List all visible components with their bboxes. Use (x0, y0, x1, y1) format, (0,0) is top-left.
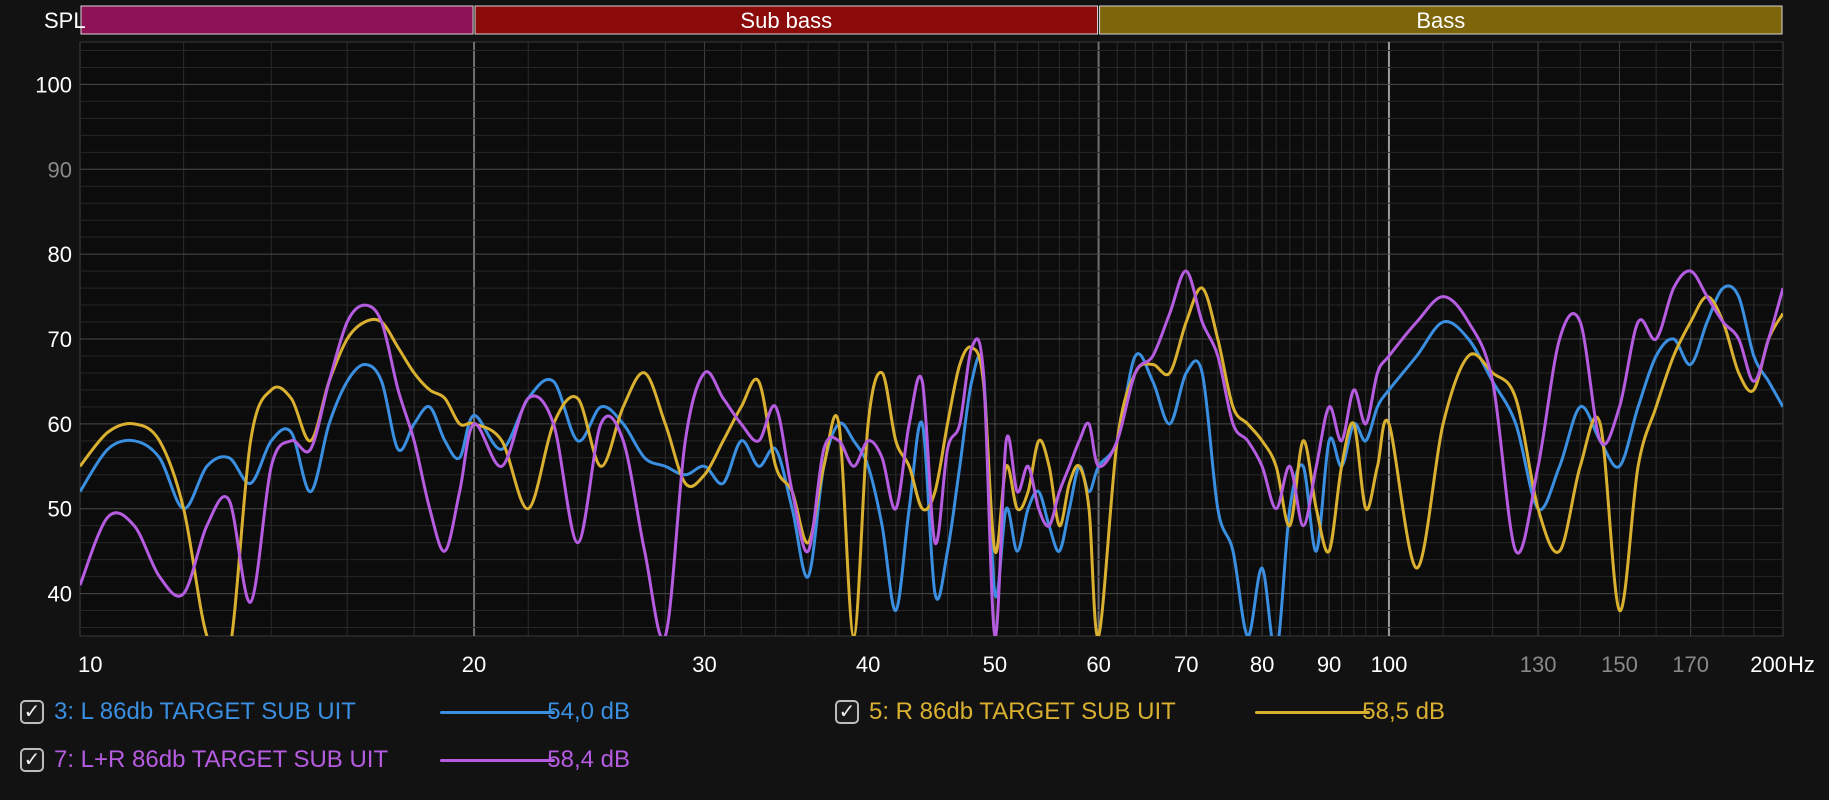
y-tick-label: 40 (48, 582, 72, 607)
y-tick-label: 50 (48, 497, 72, 522)
x-tick-label: 170 (1672, 652, 1709, 677)
x-tick-labels: 10 20 30 40 50 60 70 80 90 100 130 150 170 200 (78, 652, 1787, 677)
x-tick-label: 20 (462, 652, 486, 677)
band-label-2: Bass (1416, 8, 1465, 33)
x-tick-label: 50 (983, 652, 1007, 677)
x-axis-unit: Hz (1788, 652, 1815, 677)
y-tick-label: 70 (48, 327, 72, 352)
band-0 (80, 5, 474, 35)
x-tick-label: 200 (1750, 652, 1787, 677)
y-axis-label: SPL (44, 8, 86, 33)
legend-item-1: ✓ 5: R 86db TARGET SUB UIT (835, 698, 1176, 726)
x-tick-label: 100 (1371, 652, 1408, 677)
x-tick-label: 30 (692, 652, 716, 677)
x-tick-label: 60 (1086, 652, 1110, 677)
legend-value: 54,0 dB (547, 698, 630, 725)
x-tick-label: 70 (1174, 652, 1198, 677)
x-tick-label: 130 (1520, 652, 1557, 677)
y-tick-label: 90 (48, 157, 72, 182)
legend-value: 58,5 dB (1362, 698, 1445, 725)
y-tick-labels: 40 50 60 70 80 90 100 (35, 72, 72, 606)
y-tick-label: 60 (48, 412, 72, 437)
x-tick-label: 90 (1317, 652, 1341, 677)
series-toggle-checkbox[interactable]: ✓ (835, 700, 859, 724)
legend-label: 7: L+R 86db TARGET SUB UIT (54, 746, 389, 773)
x-tick-label: 80 (1250, 652, 1274, 677)
legend-label: 3: L 86db TARGET SUB UIT (54, 698, 356, 725)
legend-label: 5: R 86db TARGET SUB UIT (869, 698, 1176, 725)
legend-value: 58,4 dB (547, 746, 630, 773)
y-tick-label: 100 (35, 72, 72, 97)
x-tick-label: 40 (856, 652, 880, 677)
legend-item-2: ✓ 7: L+R 86db TARGET SUB UIT (20, 746, 388, 774)
band-label-1: Sub bass (740, 8, 832, 33)
y-tick-label: 80 (48, 242, 72, 267)
legend-item-0: ✓ 3: L 86db TARGET SUB UIT (20, 698, 356, 726)
x-tick-label: 10 (78, 652, 102, 677)
frequency-bands: Sub bass Bass (80, 5, 1783, 35)
series-toggle-checkbox[interactable]: ✓ (20, 748, 44, 772)
spl-chart: Sub bass Bass 40 50 60 70 80 90 100 10 20 30 40 50 6… (35, 5, 1815, 677)
series-toggle-checkbox[interactable]: ✓ (20, 700, 44, 724)
x-tick-label: 150 (1601, 652, 1638, 677)
